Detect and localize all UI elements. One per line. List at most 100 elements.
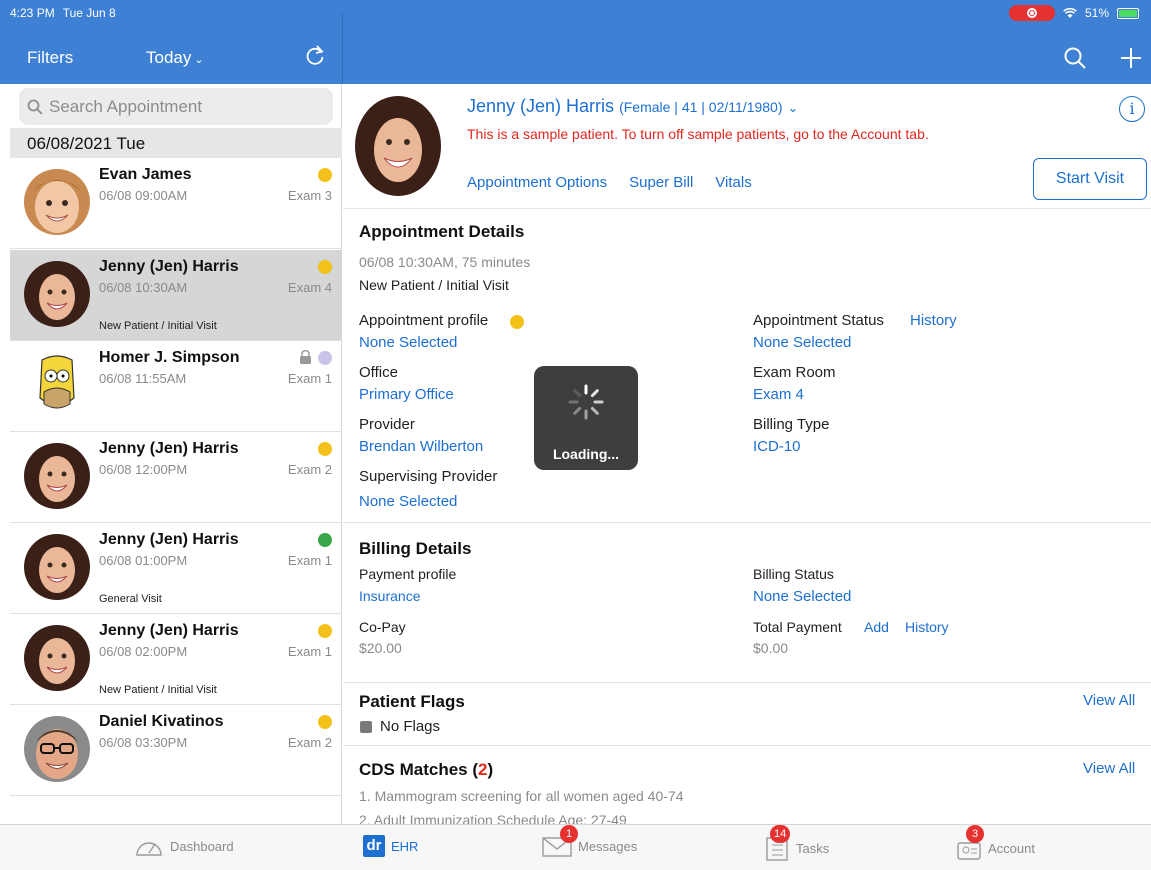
tab-label: Account — [988, 840, 1035, 856]
appointment-row-selected[interactable]: Jenny (Jen) Harris 06/08 10:30AM Exam 4 … — [10, 250, 342, 341]
visit-type: New Patient / Initial Visit — [99, 320, 217, 332]
cds-title-text: CDS Matches ( — [359, 760, 479, 779]
appointment-status-history-link[interactable]: History — [910, 312, 957, 329]
list-toolbar: Filters Today ⌄ — [0, 38, 342, 78]
total-payment-add-link[interactable]: Add — [864, 619, 889, 635]
patient-header-name[interactable]: Jenny (Jen) Harris (Female | 41 | 02/11/… — [467, 96, 798, 117]
search-icon[interactable] — [1062, 45, 1088, 71]
exam-room-label: Exam Room — [753, 364, 836, 381]
tab-label: EHR — [391, 838, 419, 854]
appointment-profile-value[interactable]: None Selected — [359, 334, 457, 351]
patient-action-links: Appointment Options Super Bill Vitals — [467, 174, 752, 191]
supervising-provider-label: Supervising Provider — [359, 468, 498, 485]
appointment-row[interactable]: Jenny (Jen) Harris 06/08 01:00PM Exam 1 … — [10, 523, 342, 614]
avatar — [24, 534, 90, 600]
avatar — [24, 716, 90, 782]
billing-type-value[interactable]: ICD-10 — [753, 438, 801, 455]
info-icon[interactable]: i — [1119, 96, 1145, 122]
split-divider — [342, 12, 343, 84]
patient-name: Jenny (Jen) Harris — [99, 622, 239, 639]
appointment-row[interactable]: Jenny (Jen) Harris 06/08 02:00PM Exam 1 … — [10, 614, 342, 705]
status-dot — [318, 260, 332, 274]
tab-messages[interactable]: 1 Messages — [542, 825, 637, 857]
appointment-row[interactable]: Homer J. Simpson 06/08 11:55AM Exam 1 — [10, 341, 342, 432]
tab-ehr[interactable]: dr EHR — [363, 835, 418, 857]
appointment-list-panel: Search Appointment 06/08/2021 Tue Evan J… — [0, 84, 342, 824]
today-dropdown[interactable]: Today ⌄ — [146, 48, 204, 68]
exam-room: Exam 2 — [287, 462, 332, 477]
search-appointment-field[interactable]: Search Appointment — [19, 88, 333, 125]
billing-status-value[interactable]: None Selected — [753, 588, 851, 605]
patient-photo — [355, 96, 441, 196]
today-label: Today — [146, 48, 192, 67]
wifi-icon — [1063, 7, 1077, 18]
date-header: 06/08/2021 Tue — [10, 128, 342, 158]
avatar — [24, 625, 90, 691]
patient-flags-value: No Flags — [380, 718, 441, 735]
total-payment-history-link[interactable]: History — [905, 619, 949, 635]
appointment-status-value[interactable]: None Selected — [753, 334, 851, 351]
tab-bar: Dashboard dr EHR 1 Messages 14 Tasks 3 A… — [0, 824, 1151, 870]
divider — [343, 682, 1151, 683]
payment-profile-value[interactable]: Insurance — [359, 588, 420, 604]
search-icon — [27, 99, 43, 115]
billing-type-label: Billing Type — [753, 416, 830, 433]
copay-value: $20.00 — [359, 640, 402, 656]
cds-view-all-link[interactable]: View All — [1083, 760, 1135, 777]
appointment-visit-type: New Patient / Initial Visit — [359, 277, 509, 293]
payment-profile-label: Payment profile — [359, 566, 457, 582]
divider — [343, 522, 1151, 523]
divider — [343, 208, 1151, 209]
filters-button[interactable]: Filters — [27, 48, 73, 68]
tab-account[interactable]: 3 Account — [956, 825, 1035, 861]
appointment-time: 06/08 02:00PM — [99, 644, 188, 659]
patient-flags-view-all-link[interactable]: View All — [1083, 692, 1135, 709]
super-bill-link[interactable]: Super Bill — [629, 174, 693, 191]
appointment-options-link[interactable]: Appointment Options — [467, 174, 607, 191]
patient-name: Jenny (Jen) Harris — [99, 440, 239, 457]
status-dot — [318, 533, 332, 547]
exam-room: Exam 3 — [287, 188, 332, 203]
vitals-link[interactable]: Vitals — [715, 174, 751, 191]
status-dot — [318, 442, 332, 456]
account-badge: 3 — [966, 825, 984, 843]
provider-value[interactable]: Brendan Wilberton — [359, 438, 483, 455]
exam-room: Exam 4 — [287, 280, 332, 295]
avatar — [24, 352, 90, 418]
divider — [343, 745, 1151, 746]
appointment-when: 06/08 10:30AM, 75 minutes — [359, 254, 531, 270]
avatar — [24, 169, 90, 235]
visit-type: New Patient / Initial Visit — [99, 684, 217, 696]
dr-logo-icon: dr — [363, 835, 385, 857]
appointment-details-title: Appointment Details — [359, 222, 525, 241]
patient-name: Evan James — [99, 166, 192, 183]
patient-name: Daniel Kivatinos — [99, 713, 224, 730]
start-visit-button[interactable]: Start Visit — [1033, 158, 1147, 200]
exam-room: Exam 1 — [287, 553, 332, 568]
flag-icon — [360, 721, 372, 733]
tasks-badge: 14 — [770, 825, 791, 843]
cds-count: 2 — [478, 760, 488, 779]
appointment-row[interactable]: Jenny (Jen) Harris 06/08 12:00PM Exam 2 — [10, 432, 342, 523]
status-dot — [318, 624, 332, 638]
lock-icon — [300, 350, 311, 364]
provider-label: Provider — [359, 416, 415, 433]
office-value[interactable]: Primary Office — [359, 386, 454, 403]
tab-dashboard[interactable]: Dashboard — [134, 835, 234, 857]
appointment-row[interactable]: Daniel Kivatinos 06/08 03:30PM Exam 2 — [10, 705, 342, 796]
visit-type: General Visit — [99, 593, 162, 605]
tab-tasks[interactable]: 14 Tasks — [764, 825, 829, 861]
patient-name: Jenny (Jen) Harris — [99, 531, 239, 548]
exam-room: Exam 1 — [287, 644, 332, 659]
supervising-provider-value[interactable]: None Selected — [359, 493, 457, 510]
exam-room-value[interactable]: Exam 4 — [753, 386, 804, 403]
search-placeholder: Search Appointment — [49, 96, 203, 116]
refresh-icon[interactable] — [303, 44, 327, 68]
loading-label: Loading... — [552, 446, 620, 462]
appointment-row[interactable]: Evan James 06/08 09:00AM Exam 3 — [10, 158, 342, 249]
status-date: Tue Jun 8 — [62, 6, 116, 20]
total-payment-value: $0.00 — [753, 640, 789, 656]
patient-flags-title: Patient Flags — [359, 692, 465, 711]
add-icon[interactable] — [1118, 45, 1144, 71]
screen-recording-icon — [1008, 5, 1055, 21]
